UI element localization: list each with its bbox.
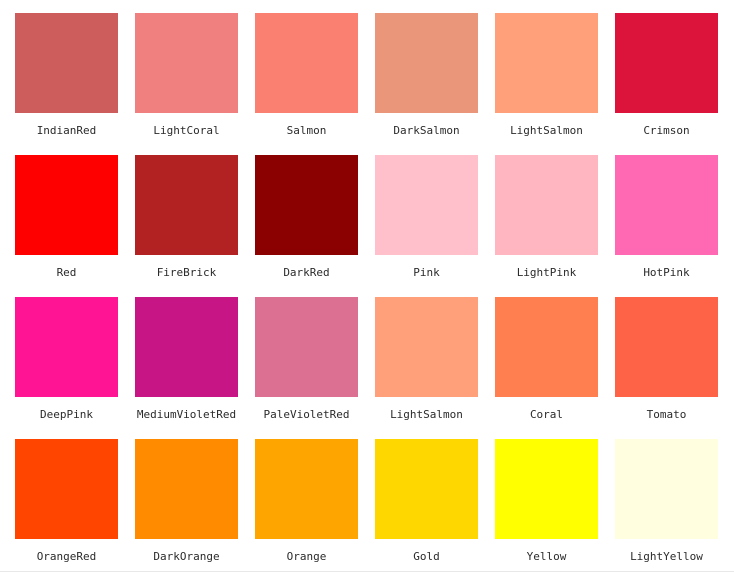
color-swatch-label: HotPink: [643, 266, 690, 279]
color-swatch-cell: LightSalmon: [480, 0, 600, 142]
color-swatch-cell: Red: [0, 142, 120, 284]
color-swatch-chip: [375, 439, 478, 539]
color-swatch-cell: DeepPink: [0, 284, 120, 426]
color-swatch-chip: [15, 155, 118, 255]
color-swatch-cell: FireBrick: [120, 142, 240, 284]
color-swatch-cell: OrangeRed: [0, 426, 120, 568]
color-swatch-label: LightPink: [516, 266, 577, 279]
color-swatch-cell: LightCoral: [120, 0, 240, 142]
color-swatch-chip: [135, 13, 238, 113]
color-swatch-label: DeepPink: [40, 408, 93, 421]
color-swatch-label: DarkOrange: [153, 550, 220, 563]
color-swatch-label: LightSalmon: [390, 408, 463, 421]
swatch-row: Red FireBrick DarkRed Pink LightPink HotPink: [0, 142, 734, 284]
swatch-row: IndianRed LightCoral Salmon DarkSalmon Light…: [0, 0, 734, 142]
color-swatch-chip: [375, 297, 478, 397]
swatch-row: DeepPink MediumVioletRed PaleVioletRed Ligh…: [0, 284, 734, 426]
color-swatch-chip: [15, 13, 118, 113]
color-swatch-cell: MediumVioletRed: [120, 284, 240, 426]
color-swatch-chip: [495, 13, 598, 113]
color-swatch-cell: DarkOrange: [120, 426, 240, 568]
color-swatch-label: Tomato: [646, 408, 687, 421]
color-swatch-chip: [375, 155, 478, 255]
color-swatch-cell: Orange: [240, 426, 360, 568]
color-swatch-label: LightCoral: [153, 124, 220, 137]
color-swatch-cell: IndianRed: [0, 0, 120, 142]
color-swatch-label: LightYellow: [630, 550, 703, 563]
color-swatch-chip: [375, 13, 478, 113]
color-swatch-label: Coral: [529, 408, 564, 421]
color-swatch-chip: [15, 297, 118, 397]
color-swatch-label: IndianRed: [36, 124, 97, 137]
swatch-row: OrangeRed DarkOrange Orange Gold Yellow Light…: [0, 426, 734, 568]
color-swatch-label: OrangeRed: [36, 550, 97, 563]
color-swatch-cell: LightYellow: [600, 426, 720, 568]
color-swatch-label: Salmon: [286, 124, 327, 137]
color-swatch-chip: [615, 297, 718, 397]
color-swatch-chip: [135, 439, 238, 539]
color-swatch-cell: LightPink: [480, 142, 600, 284]
color-swatch-chip: [135, 297, 238, 397]
color-swatch-grid: IndianRed LightCoral Salmon DarkSalmon Light…: [0, 0, 734, 572]
color-swatch-label: LightSalmon: [510, 124, 583, 137]
color-swatch-chip: [615, 439, 718, 539]
color-swatch-cell: Tomato: [600, 284, 720, 426]
color-swatch-label: Pink: [413, 266, 440, 279]
color-swatch-chip: [495, 439, 598, 539]
color-swatch-cell: Yellow: [480, 426, 600, 568]
color-swatch-chip: [255, 439, 358, 539]
color-swatch-label: MediumVioletRed: [136, 408, 237, 421]
color-swatch-chip: [255, 155, 358, 255]
color-swatch-label: Red: [56, 266, 77, 279]
color-swatch-cell: Coral: [480, 284, 600, 426]
color-swatch-cell: Gold: [360, 426, 480, 568]
color-swatch-label: DarkSalmon: [393, 124, 460, 137]
color-swatch-cell: Crimson: [600, 0, 720, 142]
color-swatch-chip: [495, 155, 598, 255]
color-swatch-chip: [15, 439, 118, 539]
color-swatch-cell: LightSalmon: [360, 284, 480, 426]
color-swatch-chip: [615, 155, 718, 255]
color-swatch-label: Crimson: [643, 124, 690, 137]
color-swatch-label: Gold: [413, 550, 440, 563]
color-swatch-cell: DarkSalmon: [360, 0, 480, 142]
color-swatch-label: DarkRed: [283, 266, 330, 279]
color-swatch-chip: [135, 155, 238, 255]
color-swatch-cell: Pink: [360, 142, 480, 284]
color-swatch-cell: PaleVioletRed: [240, 284, 360, 426]
color-swatch-chip: [615, 13, 718, 113]
color-swatch-label: PaleVioletRed: [263, 408, 350, 421]
color-swatch-label: Yellow: [526, 550, 567, 563]
color-swatch-cell: HotPink: [600, 142, 720, 284]
color-swatch-cell: DarkRed: [240, 142, 360, 284]
color-swatch-label: FireBrick: [156, 266, 217, 279]
color-swatch-chip: [255, 297, 358, 397]
color-swatch-cell: Salmon: [240, 0, 360, 142]
color-swatch-chip: [255, 13, 358, 113]
color-swatch-chip: [495, 297, 598, 397]
color-swatch-label: Orange: [286, 550, 327, 563]
